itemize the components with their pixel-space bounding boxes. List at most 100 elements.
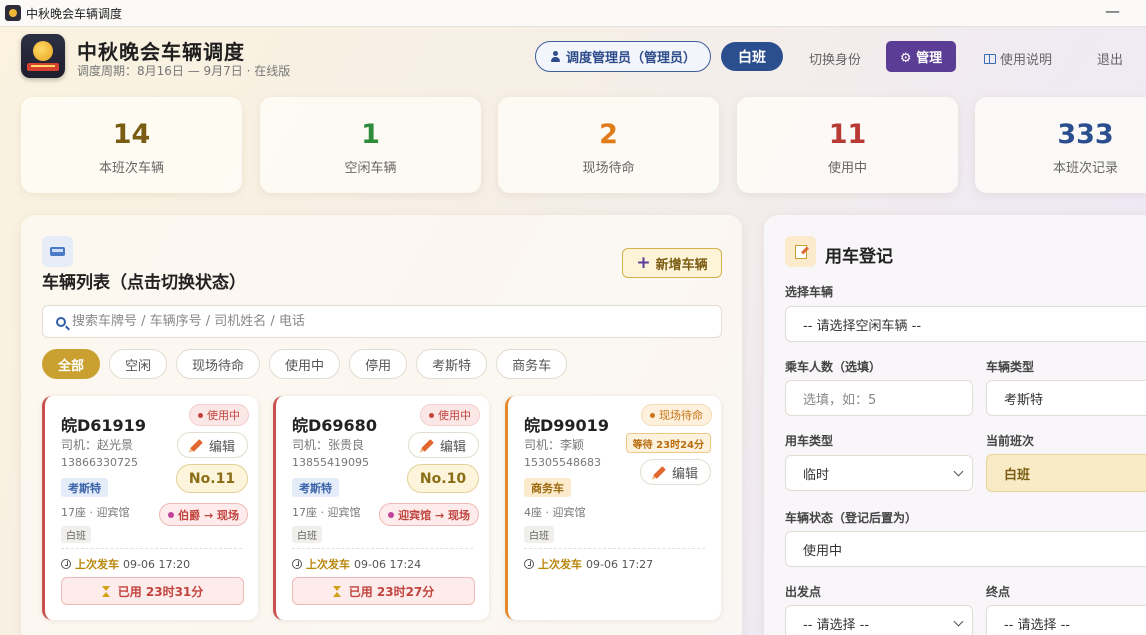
minimize-button[interactable]: —	[1105, 2, 1120, 20]
destination-label: 终点	[986, 585, 1011, 599]
use-type-label: 用车类型	[785, 434, 834, 448]
stat-value: 2	[599, 119, 618, 150]
stat-shift-records: 333 本班次记录	[975, 97, 1146, 193]
stat-in-use: 11 使用中	[737, 97, 958, 193]
status-badge[interactable]: 使用中	[420, 404, 480, 426]
last-departure-time: 09-06 17:24	[354, 557, 422, 571]
use-type-select[interactable]: 临时	[785, 455, 973, 491]
select-vehicle-dropdown[interactable]: -- 请选择空闲车辆 --	[785, 306, 1146, 342]
driver-phone: 15305548683	[524, 456, 601, 469]
select-vehicle-label: 选择车辆	[785, 285, 834, 299]
stat-standby: 2 现场待命	[498, 97, 719, 193]
edit-button[interactable]: 编辑	[639, 459, 711, 485]
plate-number: 皖D99019	[524, 416, 609, 435]
edit-label: 编辑	[671, 466, 698, 482]
edit-button[interactable]: 编辑	[176, 432, 248, 458]
passengers-input[interactable]: 选填，如：5	[785, 380, 973, 416]
filter-coaster[interactable]: 考斯特	[416, 349, 488, 379]
page-title: 中秋晚会车辆调度	[77, 40, 245, 64]
vehicle-type-badge: 考斯特	[61, 478, 108, 497]
seats-location: 17座 · 迎宾馆	[292, 506, 361, 519]
filter-all[interactable]: 全部	[42, 349, 101, 379]
stat-label: 本班次记录	[1052, 161, 1118, 176]
shift-tag: 白班	[61, 526, 91, 543]
page-subtitle: 调度周期：8月16日 — 9月7日 · 在线版	[77, 64, 291, 78]
plate-number: 皖D69680	[292, 416, 377, 435]
passengers-label: 乘车人数（选填）	[785, 360, 882, 374]
book-icon	[984, 53, 996, 64]
driver-name: 司机：赵光景	[61, 438, 134, 452]
vehicle-card[interactable]: 皖D69680 使用中 司机：张贵良 13855419095 考斯特 编辑 No…	[273, 396, 489, 620]
filter-standby[interactable]: 现场待命	[176, 349, 261, 379]
edit-label: 编辑	[439, 439, 466, 455]
status-dot-icon	[650, 412, 655, 418]
switch-identity-link[interactable]: 切换身份	[809, 49, 861, 68]
origin-label: 出发点	[785, 585, 822, 599]
plate-number: 皖D61919	[61, 416, 146, 435]
seats-location: 17座 · 迎宾馆	[61, 506, 130, 519]
last-departure: 上次发车 09-06 17:27	[524, 556, 653, 572]
vehicle-search[interactable]	[42, 305, 722, 338]
vehicle-card[interactable]: 皖D61919 使用中 司机：赵光景 13866330725 考斯特 编辑 No…	[42, 396, 258, 620]
last-departure: 上次发车 09-06 17:20	[61, 556, 190, 572]
route-label: 迎宾馆 → 现场	[398, 508, 470, 522]
driver-name: 司机：李颖	[524, 438, 585, 452]
used-duration: 已用 23时31分	[61, 577, 244, 605]
driver-name: 司机：张贵良	[292, 438, 365, 452]
filter-chips: 全部 空闲 现场待命 使用中 停用 考斯特 商务车	[42, 349, 568, 379]
vehicle-number-badge: No.10	[407, 464, 479, 493]
filter-business[interactable]: 商务车	[496, 349, 568, 379]
add-vehicle-button[interactable]: + 新增车辆	[622, 248, 722, 278]
clock-icon	[292, 559, 302, 569]
edit-button[interactable]: 编辑	[407, 432, 479, 458]
waiting-duration-badge: 等待 23时24分	[625, 433, 711, 453]
route-label: 伯爵 → 现场	[178, 508, 239, 522]
memo-icon	[785, 236, 816, 267]
status-badge[interactable]: 现场待命	[641, 404, 712, 426]
origin-value: -- 请选择 --	[803, 617, 870, 633]
last-departure-time: 09-06 17:27	[586, 557, 654, 571]
clock-icon	[524, 559, 534, 569]
shift-tag: 白班	[524, 526, 554, 543]
route-badge: 迎宾馆 → 现场	[379, 503, 479, 526]
vehicle-type-badge: 考斯特	[292, 478, 339, 497]
status-badge[interactable]: 使用中	[189, 404, 249, 426]
pin-icon	[388, 511, 395, 518]
role-label: 调度管理员（管理员）	[565, 51, 696, 66]
select-vehicle-value: -- 请选择空闲车辆 --	[803, 318, 922, 334]
registration-title: 用车登记	[825, 247, 893, 267]
help-label: 使用说明	[1000, 53, 1053, 68]
current-shift-value: 白班	[1004, 467, 1031, 483]
search-input[interactable]	[72, 314, 721, 329]
status-label: 车辆状态（登记后置为）	[785, 511, 918, 525]
help-link[interactable]: 使用说明	[984, 49, 1052, 68]
app-icon	[5, 5, 21, 21]
origin-select[interactable]: -- 请选择 --	[785, 605, 973, 635]
user-icon	[550, 50, 561, 63]
driver-phone: 13855419095	[292, 456, 369, 469]
filter-disabled[interactable]: 停用	[349, 349, 408, 379]
vehicle-type-field[interactable]: 考斯特	[986, 380, 1146, 416]
driver-phone: 13866330725	[61, 456, 138, 469]
last-departure-label: 上次发车	[306, 558, 350, 571]
current-shift-field: 白班	[986, 454, 1146, 492]
status-label: 使用中	[438, 409, 471, 422]
status-label: 使用中	[207, 409, 240, 422]
filter-idle[interactable]: 空闲	[109, 349, 168, 379]
vehicle-card[interactable]: 皖D99019 现场待命 司机：李颖 15305548683 等待 23时24分…	[505, 396, 721, 620]
current-shift-label: 当前班次	[986, 434, 1035, 448]
filter-in-use[interactable]: 使用中	[269, 349, 341, 379]
manage-button[interactable]: ⚙ 管理	[886, 41, 956, 72]
logout-link[interactable]: 退出	[1097, 49, 1123, 68]
shift-button[interactable]: 白班	[721, 42, 783, 71]
stat-value: 1	[361, 119, 380, 150]
vehicle-type-badge: 商务车	[524, 478, 571, 497]
status-field[interactable]: 使用中	[785, 531, 1146, 567]
stat-value: 11	[828, 119, 867, 150]
seats-location: 4座 · 迎宾馆	[524, 506, 586, 519]
current-role-badge[interactable]: 调度管理员（管理员）	[535, 41, 711, 72]
used-duration-label: 已用 23时27分	[348, 584, 435, 599]
add-vehicle-label: 新增车辆	[655, 257, 708, 273]
search-icon	[56, 316, 66, 327]
destination-select[interactable]: -- 请选择 --	[986, 605, 1146, 635]
